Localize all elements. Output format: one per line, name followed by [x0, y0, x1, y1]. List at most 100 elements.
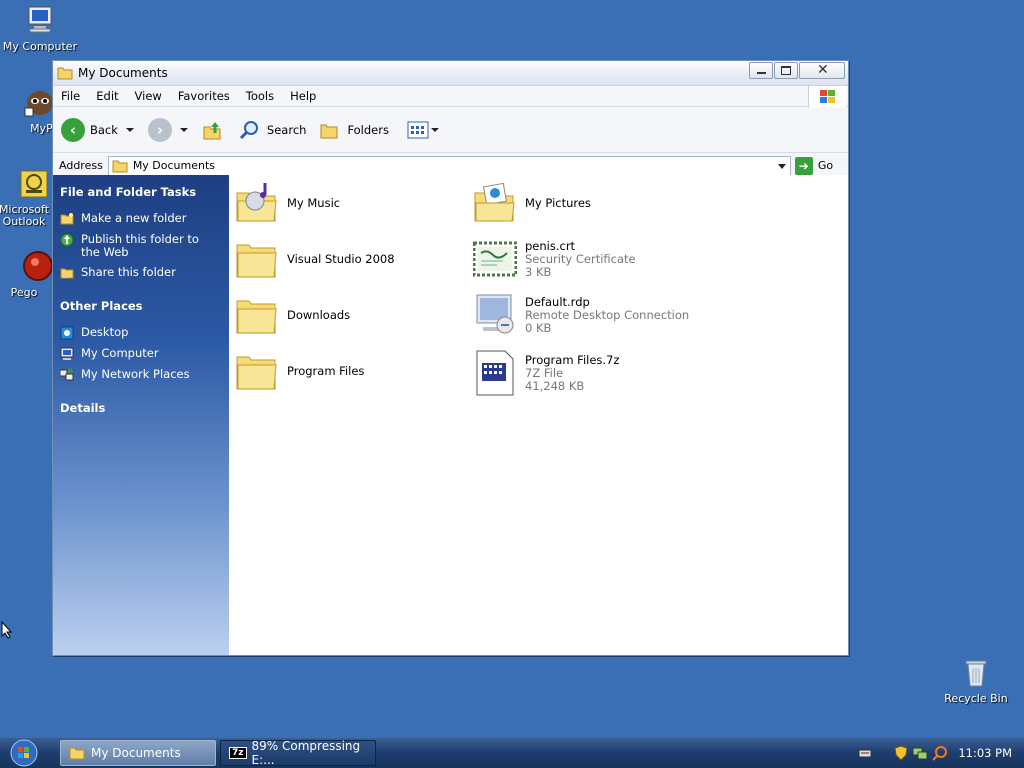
file-item-downloads[interactable]: Downloads	[235, 293, 350, 337]
back-button[interactable]: ‹ Back	[61, 117, 134, 142]
network-icon[interactable]	[912, 745, 928, 761]
search-button[interactable]: Search	[238, 119, 307, 141]
folder-icon	[69, 747, 85, 760]
search-tray-icon[interactable]	[932, 745, 948, 761]
file-name: My Music	[287, 195, 341, 210]
taskbar-button-label: My Documents	[91, 746, 181, 760]
address-dropdown-icon[interactable]	[777, 163, 786, 169]
place-my-network-places[interactable]: My Network Places	[60, 368, 229, 382]
maximize-button[interactable]	[774, 62, 798, 79]
task-share-folder[interactable]: Share this folder	[60, 266, 229, 280]
desktop-icon-label: Microsoft Outlook	[0, 203, 50, 228]
share-folder-icon	[60, 268, 74, 279]
system-tray: 11:03 PM	[858, 738, 1024, 768]
desktop-icon-label: My Computer	[2, 40, 78, 53]
up-folder-button[interactable]	[202, 119, 224, 141]
file-name: My Pictures	[525, 195, 591, 210]
desktop-icon-outlook[interactable]: Microsoft Outlook	[0, 168, 52, 228]
desktop-icon-label: Pego	[10, 286, 38, 299]
folder-icon	[236, 356, 277, 390]
file-size: 3 KB	[525, 264, 552, 279]
outlook-icon	[18, 168, 50, 200]
task-label: Make a new folder	[81, 211, 187, 225]
start-orb-icon	[10, 739, 38, 767]
taskbar-button-compressing[interactable]: 7z 89% Compressing E:...	[220, 739, 376, 767]
back-dropdown-icon[interactable]	[125, 127, 134, 132]
mouse-cursor-icon	[1, 621, 13, 639]
file-list: My Music My Pictures Visual Studio 2008 …	[229, 175, 848, 655]
file-folder-tasks-heading[interactable]: File and Folder Tasks	[60, 185, 229, 199]
taskbar-button-label: 89% Compressing E:...	[251, 739, 361, 767]
search-label: Search	[266, 122, 307, 137]
file-item-program-files[interactable]: Program Files	[235, 349, 364, 393]
task-publish-folder-web[interactable]: Publish this folder to the Web	[60, 233, 229, 259]
title-bar[interactable]: My Documents ✕	[53, 61, 848, 86]
folders-button[interactable]: Folders	[320, 120, 389, 140]
up-folder-icon	[203, 121, 221, 139]
task-make-new-folder[interactable]: Make a new folder	[60, 212, 229, 226]
file-size: 0 KB	[525, 320, 552, 335]
music-folder-icon	[236, 183, 277, 222]
security-shield-icon[interactable]	[894, 745, 908, 761]
desktop-icon-recycle-bin[interactable]: Recycle Bin	[934, 656, 1018, 705]
file-item-visual-studio-2008[interactable]: Visual Studio 2008	[235, 237, 395, 281]
file-item-program-files-7z[interactable]: Program Files.7z 7Z File 41,248 KB	[473, 349, 619, 397]
forward-dropdown-icon[interactable]	[179, 127, 188, 132]
details-heading[interactable]: Details	[60, 401, 229, 415]
other-places-heading[interactable]: Other Places	[60, 299, 229, 313]
folder-icon	[112, 160, 128, 172]
pictures-folder-icon	[474, 182, 515, 222]
views-button[interactable]	[407, 120, 439, 140]
file-name: Visual Studio 2008	[287, 251, 395, 266]
views-icon	[407, 121, 429, 138]
file-type: Security Certificate	[525, 251, 636, 266]
desktop-icon-my-computer[interactable]: My Computer	[0, 4, 82, 53]
address-input[interactable]: My Documents	[107, 155, 791, 176]
taskbar-button-my-documents[interactable]: My Documents	[60, 740, 216, 766]
go-arrow-icon: ➔	[794, 156, 813, 175]
address-value: My Documents	[132, 159, 216, 172]
file-name: Downloads	[287, 307, 351, 322]
pego-icon	[22, 250, 52, 282]
file-item-penis-crt[interactable]: penis.crt Security Certificate 3 KB	[473, 237, 636, 281]
close-icon: ✕	[817, 62, 829, 78]
desktop-icon	[60, 326, 74, 340]
task-label: Share this folder	[81, 265, 176, 279]
menu-edit[interactable]: Edit	[88, 89, 126, 103]
views-dropdown-icon[interactable]	[430, 127, 439, 132]
task-pane: File and Folder Tasks Make a new folder …	[53, 175, 229, 655]
folder-icon	[236, 244, 277, 278]
clock[interactable]: 11:03 PM	[958, 746, 1012, 760]
go-button[interactable]: ➔ Go	[794, 156, 833, 175]
computer-icon	[24, 4, 56, 36]
file-name: Program Files	[287, 363, 365, 378]
menu-tools[interactable]: Tools	[238, 89, 282, 103]
start-button[interactable]	[8, 739, 40, 767]
keyboard-icon[interactable]	[858, 747, 872, 759]
file-item-my-music[interactable]: My Music	[235, 181, 340, 225]
file-name: penis.crt	[525, 238, 576, 253]
menu-file[interactable]: File	[53, 89, 88, 103]
menu-view[interactable]: View	[127, 89, 170, 103]
explorer-window[interactable]: My Documents ✕ File Edit View Favorites …	[52, 60, 849, 656]
place-my-computer[interactable]: My Computer	[60, 347, 229, 361]
address-label: Address	[59, 159, 103, 172]
file-item-default-rdp[interactable]: Default.rdp Remote Desktop Connection 0 …	[473, 293, 689, 337]
close-button[interactable]: ✕	[799, 62, 845, 79]
archive-icon	[476, 350, 514, 396]
menu-favorites[interactable]: Favorites	[170, 89, 238, 103]
menu-help[interactable]: Help	[282, 89, 324, 103]
folders-icon	[320, 124, 338, 138]
desktop-icon-pego[interactable]: Pego	[0, 250, 52, 299]
minimize-button[interactable]	[749, 62, 773, 79]
new-folder-icon	[60, 213, 74, 225]
minimize-icon	[757, 72, 766, 74]
network-places-icon	[60, 368, 74, 381]
publish-web-icon	[60, 233, 74, 247]
file-item-my-pictures[interactable]: My Pictures	[473, 181, 591, 225]
place-label: My Computer	[81, 346, 159, 360]
place-desktop[interactable]: Desktop	[60, 326, 229, 340]
forward-button[interactable]: ›	[147, 117, 188, 142]
place-label: Desktop	[81, 325, 129, 339]
restore-icon	[781, 66, 791, 75]
